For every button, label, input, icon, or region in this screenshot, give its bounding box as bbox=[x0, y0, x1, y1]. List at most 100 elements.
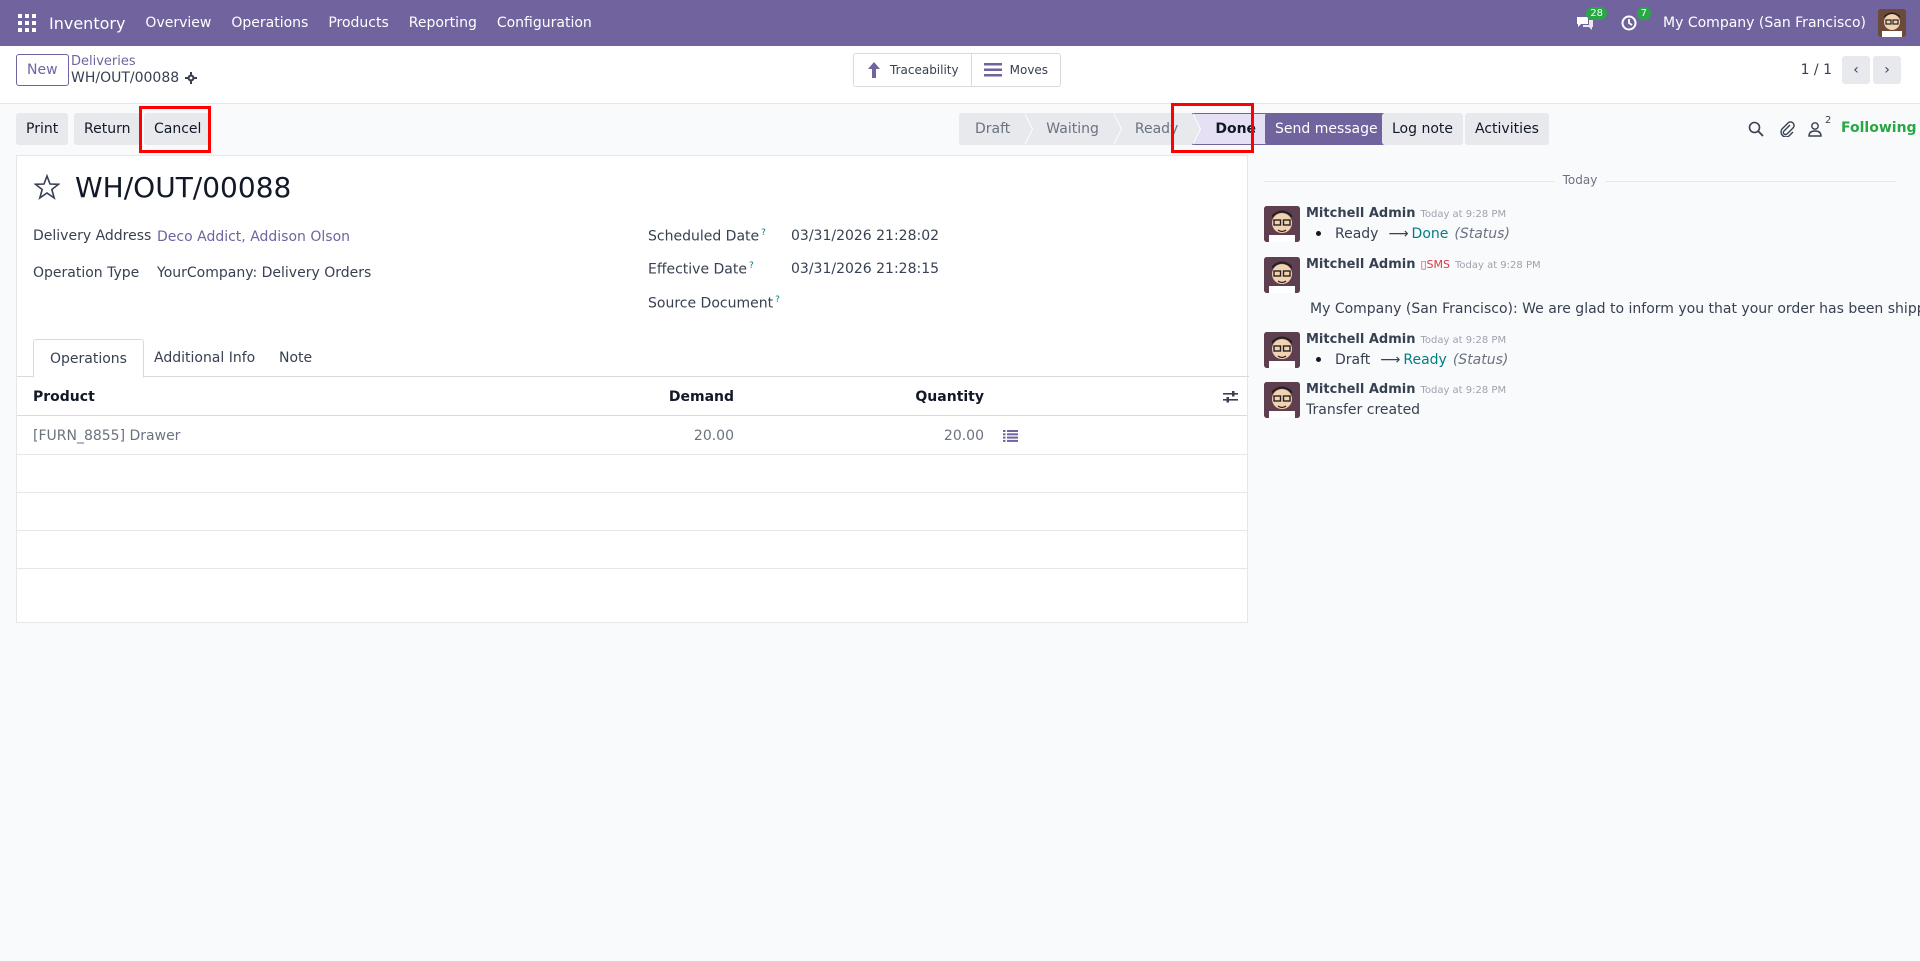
message-author: Mitchell Admin Today at 9:28 PM bbox=[1306, 382, 1506, 397]
author-avatar[interactable] bbox=[1264, 206, 1300, 242]
activities-button[interactable]: Activities bbox=[1465, 113, 1549, 145]
message-time: Today at 9:28 PM bbox=[1420, 335, 1507, 346]
delivery-address-label: Delivery Address bbox=[33, 228, 152, 244]
demand-cell[interactable]: 20.00 bbox=[617, 416, 734, 455]
sms-label: SMS bbox=[1426, 258, 1450, 271]
author-name[interactable]: Mitchell Admin bbox=[1306, 332, 1415, 347]
tracked-field: (Status) bbox=[1454, 226, 1510, 242]
tab-note[interactable]: Note bbox=[263, 339, 328, 377]
traceability-button[interactable]: Traceability bbox=[854, 54, 971, 86]
author-name[interactable]: Mitchell Admin bbox=[1306, 257, 1415, 272]
return-button[interactable]: Return bbox=[74, 113, 141, 145]
stage-waiting[interactable]: Waiting bbox=[1024, 113, 1122, 145]
empty-row bbox=[17, 531, 1247, 569]
nav-reporting[interactable]: Reporting bbox=[409, 15, 477, 31]
nav-operations[interactable]: Operations bbox=[231, 15, 308, 31]
breadcrumb-deliveries[interactable]: Deliveries bbox=[71, 54, 136, 69]
apps-menu-icon[interactable] bbox=[18, 14, 36, 32]
old-value: Draft bbox=[1335, 352, 1371, 368]
record-title[interactable]: WH/OUT/00088 bbox=[75, 171, 291, 204]
messages-icon[interactable]: 28 bbox=[1575, 7, 1608, 33]
activities-count-badge: 7 bbox=[1636, 7, 1652, 20]
user-avatar[interactable] bbox=[1878, 9, 1906, 37]
scheduled-date-field[interactable]: 03/31/2026 21:28:02 bbox=[791, 228, 939, 244]
pager-value[interactable]: 1 / 1 bbox=[1801, 62, 1832, 78]
send-message-button[interactable]: Send message bbox=[1265, 113, 1388, 145]
gear-icon[interactable] bbox=[185, 72, 198, 84]
traceability-label: Traceability bbox=[890, 63, 959, 77]
chevron-right-icon: › bbox=[1884, 62, 1890, 78]
table-row[interactable]: [FURN_8855] Drawer 20.00 20.00 bbox=[17, 416, 1247, 455]
new-button[interactable]: New bbox=[16, 54, 69, 86]
app-brand[interactable]: Inventory bbox=[49, 14, 125, 33]
scheduled-date-label-text: Scheduled Date bbox=[648, 228, 760, 245]
author-name[interactable]: Mitchell Admin bbox=[1306, 206, 1415, 221]
delivery-address-field[interactable]: Deco Addict, Addison Olson bbox=[157, 229, 350, 245]
star-icon[interactable] bbox=[34, 174, 60, 200]
nav-configuration[interactable]: Configuration bbox=[497, 15, 592, 31]
operation-type-field[interactable]: YourCompany: Delivery Orders bbox=[157, 265, 371, 281]
empty-row bbox=[17, 455, 1247, 493]
done-highlight-box bbox=[1171, 103, 1254, 153]
smart-buttons: Traceability Moves bbox=[853, 53, 1062, 87]
help-icon[interactable]: ? bbox=[749, 261, 754, 271]
breadcrumb-current: WH/OUT/00088 bbox=[71, 70, 198, 86]
top-navbar: Inventory Overview Operations Products R… bbox=[0, 0, 1920, 46]
product-cell[interactable]: [FURN_8855] Drawer bbox=[33, 416, 180, 455]
moves-label: Moves bbox=[1009, 63, 1049, 77]
chatter-message: Mitchell Admin Today at 9:28 PM Ready ⟶ Don… bbox=[1264, 206, 1904, 246]
optional-columns-toggle[interactable] bbox=[1223, 377, 1238, 416]
operation-type-label: Operation Type bbox=[33, 265, 140, 281]
form-sheet: WH/OUT/00088 Delivery Address Deco Addic… bbox=[16, 155, 1249, 623]
message-author: Mitchell Admin ▯SMS Today at 9:28 PM bbox=[1306, 257, 1541, 272]
tab-additional-info[interactable]: Additional Info bbox=[138, 339, 271, 377]
arrow-right-icon: ⟶ bbox=[1388, 226, 1409, 242]
column-demand[interactable]: Demand bbox=[617, 377, 734, 416]
tracking-line: Ready ⟶ Done (Status) bbox=[1306, 226, 1510, 242]
arrow-right-icon: ⟶ bbox=[1380, 352, 1401, 368]
effective-date-field[interactable]: 03/31/2026 21:28:15 bbox=[791, 261, 939, 277]
pager-next-button[interactable]: › bbox=[1873, 56, 1901, 84]
print-button[interactable]: Print bbox=[16, 113, 69, 145]
search-icon[interactable] bbox=[1748, 121, 1764, 137]
tracking-line: Draft ⟶ Ready (Status) bbox=[1306, 352, 1508, 368]
nav-products[interactable]: Products bbox=[328, 15, 388, 31]
author-avatar[interactable] bbox=[1264, 332, 1300, 368]
column-quantity[interactable]: Quantity bbox=[837, 377, 984, 416]
nav-overview[interactable]: Overview bbox=[145, 15, 211, 31]
log-note-button[interactable]: Log note bbox=[1382, 113, 1463, 145]
moves-button[interactable]: Moves bbox=[970, 54, 1060, 86]
author-avatar[interactable] bbox=[1264, 382, 1300, 418]
effective-date-label-text: Effective Date bbox=[648, 261, 747, 278]
company-switcher[interactable]: My Company (San Francisco) bbox=[1663, 15, 1866, 31]
message-body: My Company (San Francisco): We are glad … bbox=[1310, 301, 1920, 317]
message-time: Today at 9:28 PM bbox=[1420, 385, 1507, 396]
author-name[interactable]: Mitchell Admin bbox=[1306, 382, 1415, 397]
cancel-highlight-box bbox=[139, 106, 211, 153]
paperclip-icon[interactable] bbox=[1779, 121, 1795, 137]
followers-icon[interactable] bbox=[1807, 121, 1823, 137]
following-button[interactable]: Following bbox=[1841, 120, 1917, 136]
help-icon[interactable]: ? bbox=[775, 295, 780, 305]
empty-row bbox=[17, 493, 1247, 531]
stage-draft[interactable]: Draft bbox=[959, 113, 1034, 145]
source-document-label: Source Document? bbox=[648, 295, 780, 312]
author-avatar[interactable] bbox=[1264, 257, 1300, 293]
message-author: Mitchell Admin Today at 9:28 PM bbox=[1306, 332, 1506, 347]
message-time: Today at 9:28 PM bbox=[1454, 260, 1541, 271]
quantity-cell[interactable]: 20.00 bbox=[837, 416, 984, 455]
source-document-label-text: Source Document bbox=[648, 295, 774, 312]
arrow-up-icon bbox=[868, 62, 880, 78]
chatter-message: Mitchell Admin ▯SMS Today at 9:28 PM My Co… bbox=[1264, 257, 1920, 321]
old-value: Ready bbox=[1335, 226, 1379, 242]
help-icon[interactable]: ? bbox=[761, 228, 766, 238]
message-author: Mitchell Admin Today at 9:28 PM bbox=[1306, 206, 1506, 221]
chatter-message: Mitchell Admin Today at 9:28 PM Transfer … bbox=[1264, 382, 1904, 422]
details-button[interactable] bbox=[1003, 416, 1018, 455]
activities-clock-icon[interactable]: 7 bbox=[1619, 7, 1652, 33]
pager-previous-button[interactable]: ‹ bbox=[1842, 56, 1870, 84]
operations-table: Product Demand Quantity [FURN_8855] Draw… bbox=[17, 377, 1247, 569]
notebook-tabs: Operations Additional Info Note bbox=[17, 339, 1249, 378]
column-product[interactable]: Product bbox=[33, 377, 95, 416]
tab-operations[interactable]: Operations bbox=[33, 339, 144, 378]
